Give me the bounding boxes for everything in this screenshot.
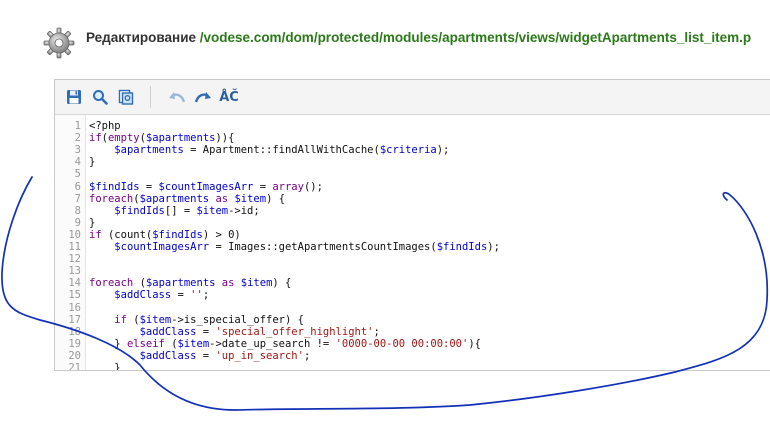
search-button[interactable] <box>90 87 110 107</box>
find-replace-icon <box>118 89 134 105</box>
code-line[interactable]: if(empty($apartments)){ <box>89 132 234 144</box>
line-number: 17 <box>68 313 81 326</box>
code-line[interactable]: if (count($findIds) > 0) <box>89 229 241 241</box>
code-area[interactable]: 1 <?php 2 if(empty($apartments)){ 3 $apartme… <box>55 115 770 370</box>
undo-arrow-icon <box>169 92 186 103</box>
floppy-disk-icon <box>67 90 81 104</box>
code-line[interactable]: $addClass = 'up_in_search'; <box>89 350 311 362</box>
undo-button[interactable] <box>167 87 187 107</box>
redo-button[interactable] <box>193 87 213 107</box>
code-line[interactable]: $findIds[] = $item->id; <box>89 205 259 217</box>
redo-arrow-icon <box>194 92 211 103</box>
line-number: 7 <box>74 192 81 205</box>
title-label: Редактирование <box>86 30 197 45</box>
toolbar-separator <box>150 86 151 108</box>
line-number: 8 <box>74 204 81 217</box>
line-number: 1 <box>74 120 81 132</box>
line-number: 11 <box>68 241 81 253</box>
code-line[interactable]: foreach($apartments as $item) { <box>89 193 285 205</box>
replace-button[interactable] <box>116 87 136 107</box>
line-number: 19 <box>68 337 81 350</box>
code-line[interactable]: $countImagesArr = Images::getApartmentsC… <box>89 241 500 253</box>
page-title: Редактирование /vodese.com/dom/protected… <box>86 30 751 45</box>
line-number: 18 <box>68 325 81 338</box>
line-number: 16 <box>68 301 81 314</box>
line-number: 5 <box>74 168 81 181</box>
magnifier-icon <box>93 90 108 105</box>
syntax-toggle-icon: ÅČ <box>219 89 239 105</box>
line-number: 4 <box>74 156 81 169</box>
line-number: 15 <box>68 289 81 302</box>
code-line[interactable]: <?php <box>89 120 121 132</box>
line-number: 20 <box>68 349 81 362</box>
code-editor[interactable]: ÅČ 1 <?php 2 if(empty($apartments)){ 3 $apar… <box>54 79 770 371</box>
line-number: 9 <box>74 216 81 229</box>
code-line[interactable]: $addClass = 'special_offer_highlight'; <box>89 326 380 338</box>
code-line[interactable]: foreach ($apartments as $item) { <box>89 277 291 289</box>
code-line[interactable]: $addClass = ''; <box>89 289 209 301</box>
line-number: 14 <box>68 277 81 290</box>
page-header: Редактирование /vodese.com/dom/protected… <box>0 22 770 62</box>
line-number: 21 <box>68 362 81 371</box>
code-line[interactable]: $apartments = Apartment::findAllWithCach… <box>89 144 449 156</box>
line-number: 6 <box>74 180 81 193</box>
code-line[interactable]: $findIds = $countImagesArr = array(); <box>89 181 323 193</box>
line-number: 2 <box>74 132 81 145</box>
code-line[interactable]: } elseif ($item->date_up_search != '0000… <box>89 338 481 350</box>
code-line[interactable]: } <box>89 217 95 229</box>
line-number: 12 <box>68 253 81 266</box>
line-number: 3 <box>74 144 81 157</box>
code-line[interactable]: } <box>89 362 120 370</box>
line-number: 10 <box>68 228 81 241</box>
code-line[interactable]: if ($item->is_special_offer) { <box>89 314 304 326</box>
syntax-toggle-button[interactable]: ÅČ <box>219 87 239 107</box>
line-number: 13 <box>68 265 81 278</box>
editor-toolbar: ÅČ <box>55 80 770 115</box>
code-line[interactable]: } <box>89 156 95 168</box>
file-path: /vodese.com/dom/protected/modules/apartm… <box>199 30 752 45</box>
save-button[interactable] <box>64 87 84 107</box>
gear-icon <box>43 27 75 59</box>
